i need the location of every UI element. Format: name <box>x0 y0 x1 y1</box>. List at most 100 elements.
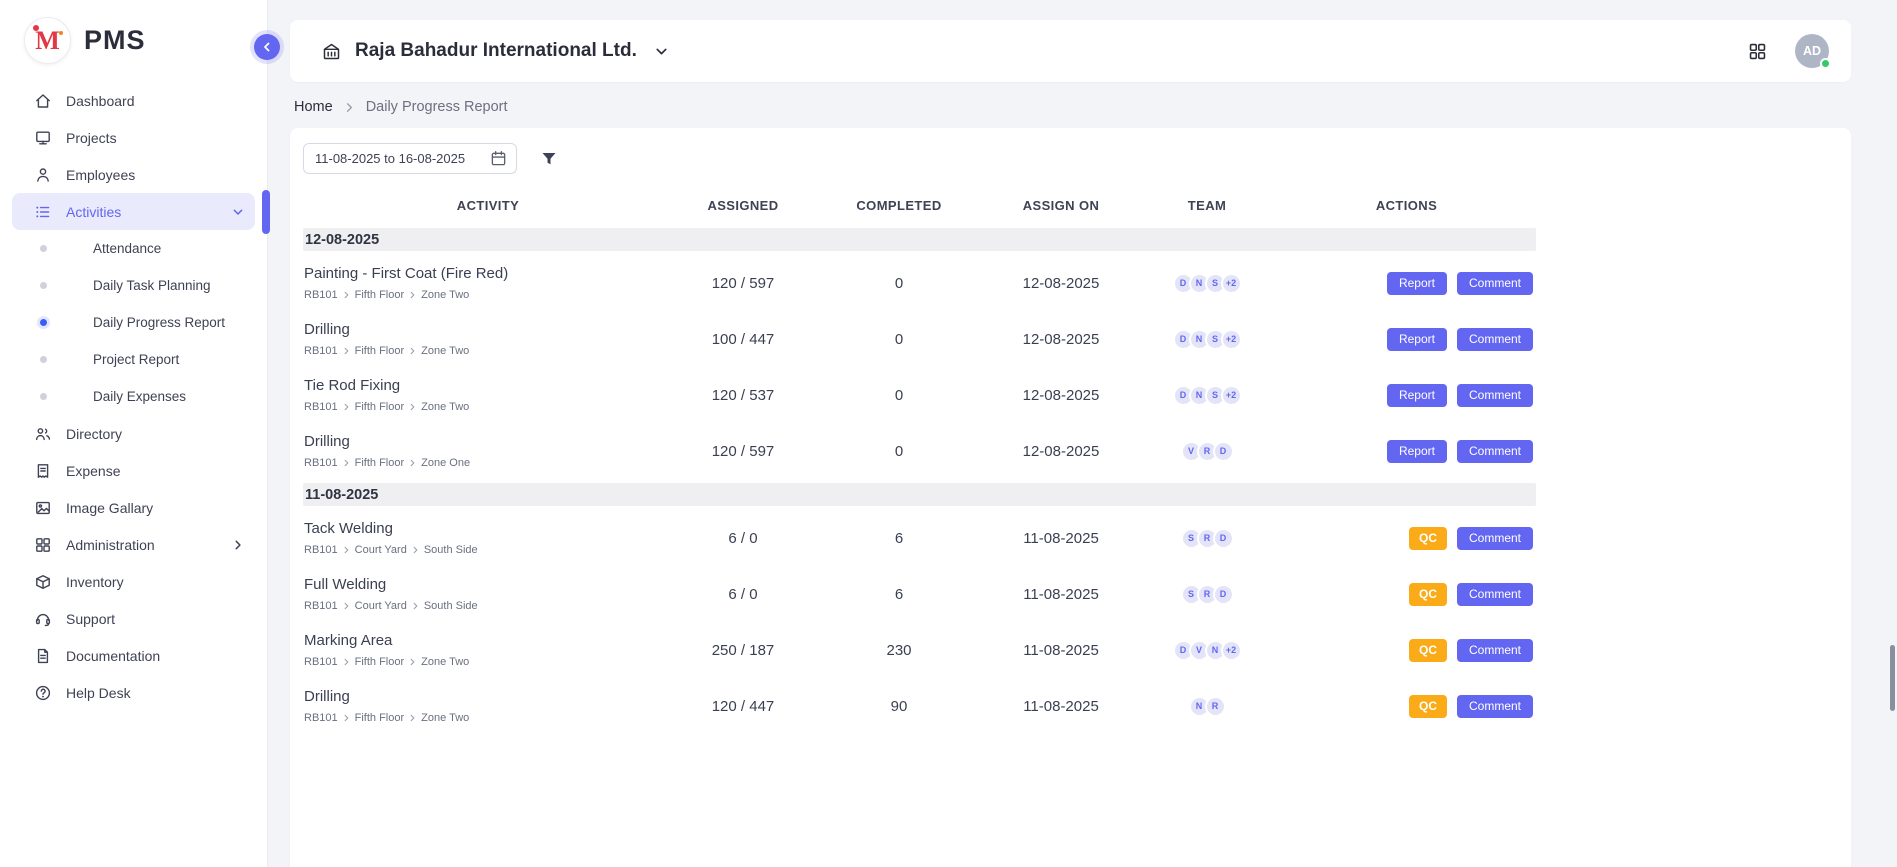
inventory-icon <box>34 573 52 591</box>
assign-on-value: 12-08-2025 <box>985 331 1137 348</box>
submenu-item-project-report[interactable]: Project Report <box>12 341 255 378</box>
team-avatars: NR <box>1137 696 1277 717</box>
comment-button[interactable]: Comment <box>1457 440 1533 463</box>
sidebar-nav: Dashboard Projects Employees Activities … <box>0 76 267 723</box>
report-button[interactable]: Report <box>1387 440 1447 463</box>
sidebar-item-expense[interactable]: Expense <box>12 452 255 489</box>
team-avatars: VRD <box>1137 441 1277 462</box>
team-avatars: DNS+2 <box>1137 329 1277 350</box>
scrollbar-thumb[interactable] <box>1890 645 1895 711</box>
date-group-row: 12-08-2025 <box>303 228 1536 251</box>
comment-button[interactable]: Comment <box>1457 272 1533 295</box>
activity-name: Painting - First Coat (Fire Red) <box>304 265 667 282</box>
sidebar-item-support[interactable]: Support <box>12 600 255 637</box>
sidebar-item-activities[interactable]: Activities <box>12 193 255 230</box>
path-segment: RB101 <box>304 544 338 556</box>
comment-button[interactable]: Comment <box>1457 527 1533 550</box>
comment-button[interactable]: Comment <box>1457 639 1533 662</box>
sidebar-item-label: Support <box>52 611 245 627</box>
team-more-badge[interactable]: +2 <box>1221 640 1242 661</box>
comment-button[interactable]: Comment <box>1457 384 1533 407</box>
assigned-value: 120 / 597 <box>673 275 813 292</box>
comment-button[interactable]: Comment <box>1457 695 1533 718</box>
chevron-right-icon <box>409 714 416 722</box>
chevron-down-icon <box>654 44 669 59</box>
qc-button[interactable]: QC <box>1409 583 1447 606</box>
sidebar-item-directory[interactable]: Directory <box>12 415 255 452</box>
chevron-right-icon <box>343 403 350 411</box>
sidebar-item-employees[interactable]: Employees <box>12 156 255 193</box>
path-segment: Court Yard <box>355 600 407 612</box>
chevron-right-icon <box>344 102 355 113</box>
calendar-icon <box>490 150 507 167</box>
submenu-item-daily-task-planning[interactable]: Daily Task Planning <box>12 267 255 304</box>
team-member-avatar[interactable]: R <box>1205 696 1226 717</box>
app-logo-row: M PMS <box>0 0 267 76</box>
team-member-avatar[interactable]: D <box>1213 528 1234 549</box>
column-header-assigned: ASSIGNED <box>673 198 813 213</box>
apps-grid-icon[interactable] <box>1748 42 1767 61</box>
activity-cell: Drilling RB101Fifth FloorZone Two <box>303 683 673 729</box>
date-range-input[interactable]: 11-08-2025 to 16-08-2025 <box>303 143 517 174</box>
sidebar-collapse-button[interactable] <box>254 34 280 60</box>
report-button[interactable]: Report <box>1387 328 1447 351</box>
table-row: Drilling RB101Fifth FloorZone Two 100 / … <box>303 311 1536 367</box>
sidebar-item-projects[interactable]: Projects <box>12 119 255 156</box>
submenu-item-daily-progress-report[interactable]: Daily Progress Report <box>12 304 255 341</box>
team-more-badge[interactable]: +2 <box>1221 273 1242 294</box>
qc-button[interactable]: QC <box>1409 527 1447 550</box>
team-more-badge[interactable]: +2 <box>1221 385 1242 406</box>
submenu-item-daily-expenses[interactable]: Daily Expenses <box>12 378 255 415</box>
sidebar-item-label: Employees <box>52 167 245 183</box>
directory-icon <box>34 425 52 443</box>
report-toolbar: 11-08-2025 to 16-08-2025 <box>303 143 1838 186</box>
assign-on-value: 11-08-2025 <box>985 530 1137 547</box>
comment-button[interactable]: Comment <box>1457 328 1533 351</box>
path-segment: RB101 <box>304 656 338 668</box>
row-actions: QC Comment <box>1277 583 1536 606</box>
chevron-right-icon <box>343 714 350 722</box>
assigned-value: 120 / 597 <box>673 443 813 460</box>
chevron-right-icon <box>343 546 350 554</box>
activity-location-path: RB101Court YardSouth Side <box>304 600 667 612</box>
company-selector[interactable]: Raja Bahadur International Ltd. <box>321 40 669 62</box>
chevron-right-icon <box>409 291 416 299</box>
report-button[interactable]: Report <box>1387 384 1447 407</box>
chevron-right-icon <box>409 459 416 467</box>
bullet-dot <box>40 319 47 326</box>
path-segment: RB101 <box>304 401 338 413</box>
submenu-item-label: Attendance <box>93 241 161 256</box>
completed-value: 90 <box>813 698 985 715</box>
sidebar-item-dashboard[interactable]: Dashboard <box>12 82 255 119</box>
column-header-activity: ACTIVITY <box>303 198 673 213</box>
submenu-item-attendance[interactable]: Attendance <box>12 230 255 267</box>
qc-button[interactable]: QC <box>1409 695 1447 718</box>
support-icon <box>34 610 52 628</box>
team-member-avatar[interactable]: D <box>1213 584 1234 605</box>
sidebar-item-inventory[interactable]: Inventory <box>12 563 255 600</box>
path-segment: Fifth Floor <box>355 712 405 724</box>
report-button[interactable]: Report <box>1387 272 1447 295</box>
activity-name: Tack Welding <box>304 520 667 537</box>
chevron-right-icon <box>409 347 416 355</box>
sidebar-item-image-gallary[interactable]: Image Gallary <box>12 489 255 526</box>
activity-name: Drilling <box>304 688 667 705</box>
comment-button[interactable]: Comment <box>1457 583 1533 606</box>
company-name: Raja Bahadur International Ltd. <box>355 40 637 62</box>
sidebar-item-label: Administration <box>52 537 231 553</box>
qc-button[interactable]: QC <box>1409 639 1447 662</box>
path-segment: RB101 <box>304 600 338 612</box>
completed-value: 0 <box>813 443 985 460</box>
chevron-right-icon <box>343 291 350 299</box>
sidebar-item-documentation[interactable]: Documentation <box>12 637 255 674</box>
user-avatar[interactable]: AD <box>1795 34 1829 68</box>
team-member-avatar[interactable]: D <box>1213 441 1234 462</box>
sidebar-item-label: Expense <box>52 463 245 479</box>
filter-icon[interactable] <box>540 150 558 168</box>
sidebar-item-help-desk[interactable]: Help Desk <box>12 674 255 711</box>
path-segment: RB101 <box>304 712 338 724</box>
team-more-badge[interactable]: +2 <box>1221 329 1242 350</box>
sidebar-item-label: Help Desk <box>52 685 245 701</box>
sidebar-item-administration[interactable]: Administration <box>12 526 255 563</box>
breadcrumb-home[interactable]: Home <box>294 99 333 115</box>
